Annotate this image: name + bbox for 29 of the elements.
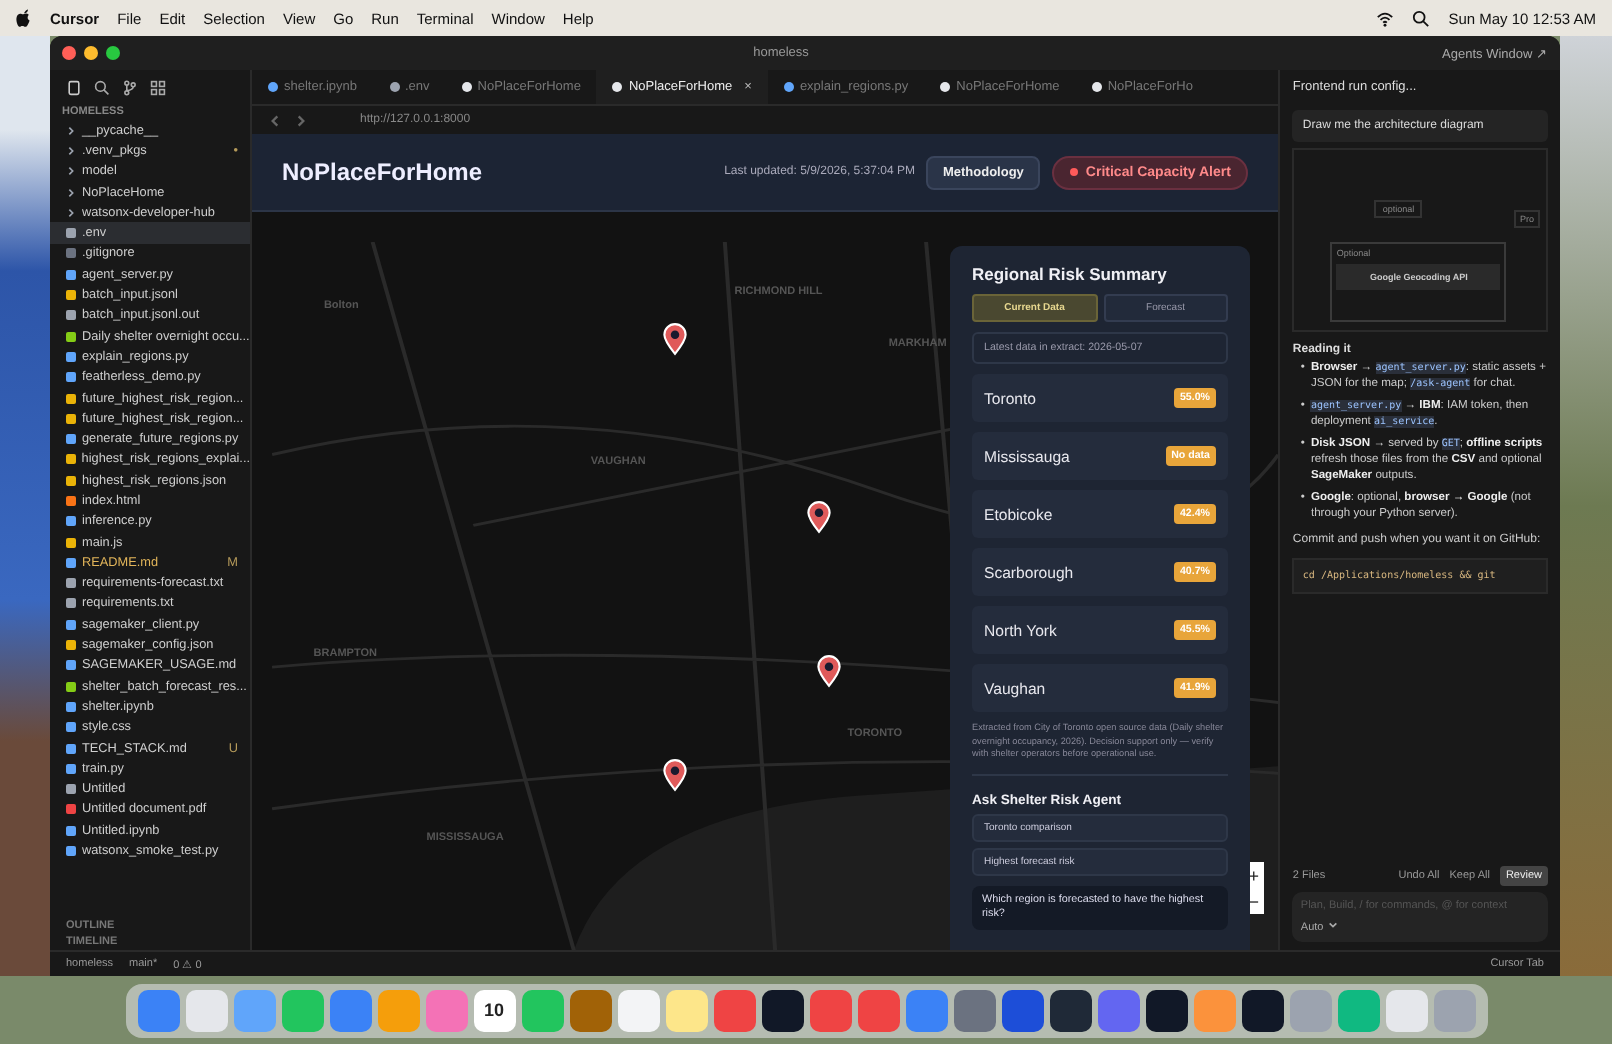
app-title: NoPlaceForHome — [282, 158, 483, 186]
app-icon[interactable] — [1049, 989, 1091, 1031]
app-icon[interactable]: 10 — [473, 989, 515, 1031]
search-icon[interactable] — [94, 79, 110, 95]
app-icon[interactable] — [761, 989, 803, 1031]
file-type-icon — [389, 82, 399, 92]
file-type-icon — [612, 82, 623, 92]
app-icon[interactable] — [1145, 989, 1187, 1031]
forward-icon[interactable] — [294, 113, 308, 127]
grid-icon[interactable] — [150, 79, 166, 95]
file-type-icon — [268, 82, 278, 92]
back-icon[interactable] — [268, 113, 282, 127]
map-pin-icon[interactable] — [816, 654, 843, 689]
file-type-icon — [1091, 82, 1102, 92]
chevron-down-icon[interactable] — [1327, 920, 1338, 930]
search-icon[interactable] — [1412, 9, 1431, 27]
files-icon[interactable] — [66, 79, 82, 95]
map-pin-icon[interactable] — [662, 322, 689, 357]
file-type-icon — [783, 82, 794, 92]
map-pin-icon[interactable] — [662, 758, 689, 793]
wifi-icon[interactable] — [1376, 9, 1395, 27]
apple-icon[interactable] — [16, 8, 32, 28]
app-icon[interactable] — [1241, 989, 1283, 1031]
file-type-icon — [461, 82, 472, 92]
map-pin-icon[interactable] — [806, 499, 833, 534]
card-title: Regional Risk Summary — [972, 264, 1169, 284]
branch-icon[interactable] — [122, 79, 138, 95]
file-type-icon — [940, 82, 951, 92]
window-controls[interactable] — [62, 46, 120, 60]
